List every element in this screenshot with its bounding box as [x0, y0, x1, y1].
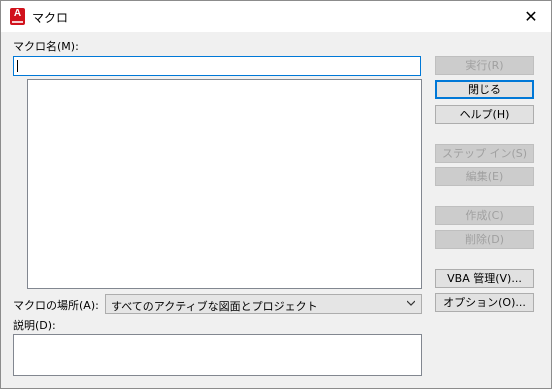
macro-dialog: A マクロ ✕ マクロ名(M): 実行(R) 閉じる ヘルプ(H) ステップ イ…	[0, 0, 552, 389]
macro-list[interactable]	[27, 79, 422, 289]
macro-name-label: マクロ名(M):	[13, 40, 79, 53]
macros-in-value: すべてのアクティブな図面とプロジェクト	[111, 300, 318, 313]
delete-button[interactable]: 削除(D)	[435, 230, 534, 249]
close-icon[interactable]: ✕	[511, 1, 551, 32]
options-button[interactable]: オプション(O)...	[435, 293, 534, 312]
description-label: 説明(D):	[13, 319, 56, 332]
macro-name-input[interactable]	[13, 56, 421, 76]
chevron-down-icon	[407, 300, 415, 306]
autocad-icon: A	[10, 8, 25, 25]
run-button[interactable]: 実行(R)	[435, 56, 534, 75]
close-button[interactable]: 閉じる	[435, 80, 534, 99]
create-button[interactable]: 作成(C)	[435, 206, 534, 225]
description-field[interactable]	[13, 334, 422, 376]
macros-in-label: マクロの場所(A):	[13, 299, 99, 312]
text-caret	[17, 60, 18, 72]
window-title: マクロ	[32, 11, 69, 25]
vba-manager-button[interactable]: VBA 管理(V)...	[435, 269, 534, 288]
title-bar: A マクロ ✕	[1, 1, 551, 32]
macros-in-select[interactable]: すべてのアクティブな図面とプロジェクト	[105, 294, 422, 314]
help-button[interactable]: ヘルプ(H)	[435, 105, 534, 124]
edit-button[interactable]: 編集(E)	[435, 167, 534, 186]
step-into-button[interactable]: ステップ イン(S)	[435, 144, 534, 163]
